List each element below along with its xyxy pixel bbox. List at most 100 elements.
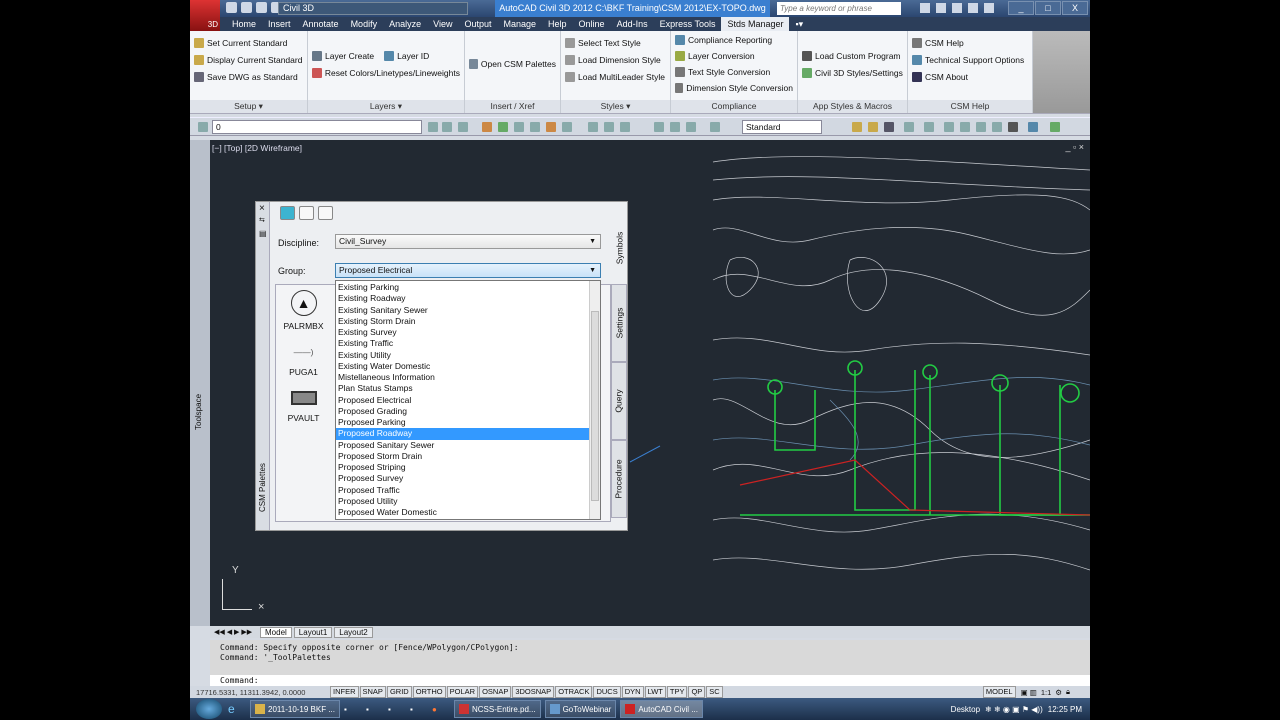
toggle-ortho[interactable]: ORTHO — [412, 686, 446, 698]
standard-icon[interactable] — [852, 122, 862, 132]
group-option[interactable]: Proposed Utility — [336, 496, 589, 507]
pinned-app-icon[interactable]: ▪ — [366, 705, 388, 714]
tab-insert[interactable]: Insert — [262, 17, 297, 31]
maximize-button[interactable]: □ — [1035, 1, 1061, 15]
lock-icon[interactable]: 🔒︎ — [1066, 687, 1070, 697]
pinned-app-icon[interactable]: ▪ — [410, 705, 432, 714]
report-icon[interactable] — [1028, 122, 1038, 132]
tab-nav-arrows[interactable]: ◀◀ ◀ ▶ ▶▶ — [214, 628, 252, 636]
workspace-switch-icon[interactable]: ⚙ — [1055, 688, 1062, 697]
help-icon[interactable] — [984, 3, 994, 13]
select-text-style-button[interactable]: Select Text Style — [565, 36, 666, 50]
toggle-tpy[interactable]: TPY — [666, 686, 688, 698]
new-icon[interactable] — [226, 2, 237, 13]
csm-help-button[interactable]: CSM Help — [912, 36, 1028, 50]
style-select[interactable]: Standard — [742, 120, 822, 134]
layer-state-icon[interactable] — [498, 122, 508, 132]
command-input[interactable]: Command: — [210, 675, 1090, 686]
group-option[interactable]: Proposed Striping — [336, 462, 589, 473]
group-option[interactable]: Proposed Parking — [336, 417, 589, 428]
layer-walk-icon[interactable] — [588, 122, 598, 132]
polyline-icon[interactable] — [654, 122, 664, 132]
search-input[interactable]: Type a keyword or phrase — [777, 2, 901, 15]
tab-modify[interactable]: Modify — [345, 17, 384, 31]
polyline-icon[interactable] — [670, 122, 680, 132]
layer-select[interactable]: 0 — [212, 120, 422, 134]
tab-online[interactable]: Online — [573, 17, 611, 31]
group-option[interactable]: Existing Storm Drain — [336, 316, 589, 327]
load-dimension-style-button[interactable]: Load Dimension Style — [565, 53, 666, 67]
task-pdf[interactable]: NCSS-Entire.pd... — [454, 700, 541, 718]
layout-icon[interactable]: ▣ ▥ — [1021, 688, 1037, 697]
annotation-scale[interactable]: 1:1 — [1041, 688, 1051, 697]
tab-settings[interactable]: Settings — [611, 284, 627, 362]
tab-analyze[interactable]: Analyze — [383, 17, 427, 31]
minimize-button[interactable]: _ — [1008, 1, 1034, 15]
open-icon[interactable] — [241, 2, 252, 13]
layer-state-icon[interactable] — [530, 122, 540, 132]
toggle-infer[interactable]: INFER — [330, 686, 359, 698]
tab-express-tools[interactable]: Express Tools — [654, 17, 722, 31]
subscription-icon[interactable] — [936, 3, 946, 13]
tab-view[interactable]: View — [427, 17, 458, 31]
group-option[interactable]: Proposed Traffic — [336, 485, 589, 496]
toolspace-strip[interactable]: Toolspace — [190, 140, 210, 626]
firefox-icon[interactable]: ● — [432, 705, 454, 714]
close-button[interactable]: X — [1062, 1, 1088, 15]
ribbon-options-icon[interactable]: ▪▾ — [789, 17, 809, 31]
task-folder[interactable]: 2011-10-19 BKF ... — [250, 700, 340, 718]
clock[interactable]: 12:25 PM — [1048, 705, 1082, 714]
tab-help[interactable]: Help — [542, 17, 573, 31]
tab-output[interactable]: Output — [458, 17, 497, 31]
tab-manage[interactable]: Manage — [498, 17, 543, 31]
binoculars-icon[interactable] — [920, 3, 930, 13]
autohide-icon[interactable]: ⇆ — [259, 216, 265, 224]
toggle-ducs[interactable]: DUCS — [593, 686, 621, 698]
set-current-standard-button[interactable]: Set Current Standard — [194, 36, 303, 50]
window-mode-button[interactable] — [318, 206, 333, 220]
panel-label[interactable]: Layers ▾ — [308, 100, 464, 113]
favorites-icon[interactable] — [968, 3, 978, 13]
palettes-icon[interactable] — [924, 122, 934, 132]
text-style-icon[interactable] — [944, 122, 954, 132]
toggle-grid[interactable]: GRID — [386, 686, 412, 698]
dropdown-scrollbar[interactable] — [589, 281, 600, 519]
group-select[interactable]: Proposed Electrical ▼ — [335, 263, 601, 278]
open-csm-palettes-button[interactable]: Open CSM Palettes — [469, 57, 556, 71]
tray-icons[interactable]: ❄ ❄ ◉ ▣ ⚑ ◀)) — [985, 705, 1043, 714]
layer-create-button[interactable]: Layer Create — [312, 49, 374, 63]
polyline-icon[interactable] — [710, 122, 720, 132]
text-style-conversion-button[interactable]: Text Style Conversion — [675, 65, 793, 79]
workspace-select[interactable]: Civil 3D — [278, 2, 468, 15]
program-icon[interactable] — [1008, 122, 1018, 132]
load-custom-program-button[interactable]: Load Custom Program — [802, 49, 903, 63]
tab-symbols[interactable]: Symbols — [611, 212, 627, 284]
dimension-icon[interactable] — [960, 122, 970, 132]
standard-icon[interactable] — [868, 122, 878, 132]
save-icon[interactable] — [256, 2, 267, 13]
technical-support-button[interactable]: Technical Support Options — [912, 53, 1028, 67]
scroll-thumb[interactable] — [591, 311, 599, 501]
task-gotowebinar[interactable]: GoToWebinar — [544, 700, 617, 718]
layer-tool-icon[interactable] — [428, 122, 438, 132]
toggle-osnap[interactable]: OSNAP — [479, 686, 512, 698]
pinned-app-icon[interactable]: ▪ — [344, 705, 366, 714]
communication-icon[interactable] — [952, 3, 962, 13]
layer-state-icon[interactable] — [562, 122, 572, 132]
tab-model[interactable]: Model — [260, 626, 292, 638]
group-option[interactable]: Proposed Water Domestic — [336, 507, 589, 518]
csm-about-button[interactable]: CSM About — [912, 70, 1028, 84]
layer-walk-icon[interactable] — [604, 122, 614, 132]
symbol-palrmbx[interactable]: ▲ PALRMBX — [276, 290, 331, 331]
toggle-snap[interactable]: SNAP — [359, 686, 386, 698]
symbol-pvault[interactable]: PVAULT — [276, 391, 331, 423]
close-icon[interactable]: × — [259, 203, 265, 214]
layer-conversion-button[interactable]: Layer Conversion — [675, 49, 793, 63]
group-option[interactable]: Proposed Electrical — [336, 395, 589, 406]
group-dropdown-list[interactable]: Existing Parking Existing Roadway Existing… — [335, 280, 601, 520]
tab-home[interactable]: Home — [226, 17, 262, 31]
layer-state-icon[interactable] — [482, 122, 492, 132]
start-button[interactable] — [196, 699, 222, 719]
toggle-dyn[interactable]: DYN — [621, 686, 644, 698]
layer-create-icon[interactable] — [904, 122, 914, 132]
